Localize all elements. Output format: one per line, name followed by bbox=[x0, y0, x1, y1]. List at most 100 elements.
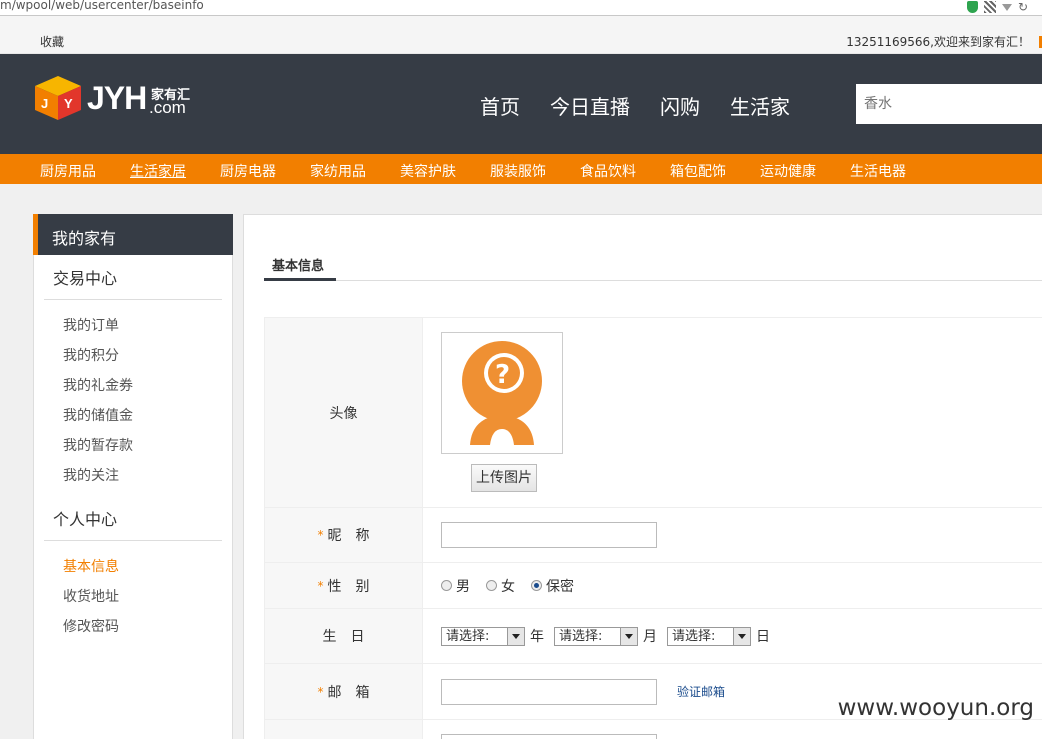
next-row-value bbox=[423, 720, 1042, 739]
sidebar-item-password[interactable]: 修改密码 bbox=[34, 617, 232, 647]
avatar-value: ? 上传图片 bbox=[423, 318, 1042, 507]
avatar-row: 头像 ? 上传图片 bbox=[265, 318, 1042, 508]
qr-code-icon[interactable] bbox=[983, 1, 996, 13]
birthday-label: 生 日 bbox=[265, 609, 423, 663]
upload-image-button[interactable]: 上传图片 bbox=[471, 464, 537, 492]
avatar-image: ? bbox=[441, 332, 563, 454]
required-mark: * bbox=[317, 578, 324, 593]
search-box bbox=[856, 84, 1042, 124]
gender-row: * 性 别 男 女 保密 bbox=[265, 563, 1042, 609]
favorites-link[interactable]: 收藏 bbox=[40, 33, 64, 50]
nickname-value bbox=[423, 508, 1042, 562]
svg-text:J: J bbox=[41, 96, 48, 111]
logo-domain: .com bbox=[149, 98, 186, 117]
category-list: 厨房用品 生活家居 厨房电器 家纺用品 美容护肤 服装服饰 食品饮料 箱包配饰 … bbox=[40, 161, 940, 181]
email-label-text: 邮 箱 bbox=[327, 684, 370, 701]
gender-female-radio[interactable]: 女 bbox=[486, 576, 515, 596]
birth-day-text: 请选择: bbox=[672, 628, 716, 644]
trade-items: 我的订单 我的积分 我的礼金券 我的储值金 我的暂存款 我的关注 bbox=[34, 300, 232, 496]
required-mark: * bbox=[317, 684, 324, 699]
gender-male-radio[interactable]: 男 bbox=[441, 576, 470, 596]
category-beauty[interactable]: 美容护肤 bbox=[400, 161, 490, 181]
svg-text:Y: Y bbox=[64, 96, 73, 111]
next-input[interactable] bbox=[441, 733, 657, 739]
logo-cube-icon: J Y bbox=[35, 76, 81, 120]
gender-male-label: 男 bbox=[456, 578, 470, 595]
category-appliance[interactable]: 生活电器 bbox=[850, 161, 940, 181]
chevron-down-icon bbox=[733, 627, 750, 645]
default-avatar-icon: ? bbox=[462, 341, 542, 445]
category-kitchen[interactable]: 厨房用品 bbox=[40, 161, 130, 181]
month-unit: 月 bbox=[643, 629, 657, 645]
sidebar-item-deposit[interactable]: 我的暂存款 bbox=[34, 436, 232, 466]
sidebar-item-follows[interactable]: 我的关注 bbox=[34, 466, 232, 496]
category-food[interactable]: 食品饮料 bbox=[580, 161, 670, 181]
sidebar-item-coupons[interactable]: 我的礼金券 bbox=[34, 376, 232, 406]
birthday-label-text: 生 日 bbox=[322, 629, 365, 645]
birth-month-text: 请选择: bbox=[559, 628, 603, 644]
browser-tools: ↻ bbox=[966, 0, 1028, 14]
profile-form: 头像 ? 上传图片 * 昵 称 * 性 别 男 女 保密 生 日 请选择: 年 … bbox=[264, 317, 1042, 739]
year-unit: 年 bbox=[530, 629, 544, 645]
url-text: m/wpool/web/usercenter/baseinfo bbox=[0, 0, 204, 12]
sidebar-item-basic-info[interactable]: 基本信息 bbox=[34, 557, 232, 587]
user-sidebar: 我的家有 交易中心 我的订单 我的积分 我的礼金券 我的储值金 我的暂存款 我的… bbox=[33, 214, 233, 739]
chevron-down-icon bbox=[507, 627, 524, 645]
category-kitchen-appliance[interactable]: 厨房电器 bbox=[220, 161, 310, 181]
gender-value: 男 女 保密 bbox=[423, 563, 1042, 608]
gender-secret-radio[interactable]: 保密 bbox=[531, 576, 574, 596]
radio-dot-selected bbox=[531, 580, 542, 591]
main-nav: 首页 今日直播 闪购 生活家 bbox=[480, 91, 790, 120]
category-bags[interactable]: 箱包配饰 bbox=[670, 161, 760, 181]
nav-life[interactable]: 生活家 bbox=[730, 91, 790, 120]
gender-female-label: 女 bbox=[501, 578, 515, 595]
nickname-row: * 昵 称 bbox=[265, 508, 1042, 563]
nickname-input[interactable] bbox=[441, 522, 657, 548]
verify-email-link[interactable]: 验证邮箱 bbox=[677, 683, 725, 700]
birth-day-select[interactable]: 请选择: bbox=[667, 626, 751, 646]
sidebar-item-points[interactable]: 我的积分 bbox=[34, 346, 232, 376]
gender-label-text: 性 别 bbox=[327, 578, 370, 595]
avatar-label: 头像 bbox=[265, 318, 423, 507]
category-textile[interactable]: 家纺用品 bbox=[310, 161, 400, 181]
nickname-label: * 昵 称 bbox=[265, 508, 423, 562]
welcome-message: 13251169566,欢迎来到家有汇！ bbox=[846, 35, 1030, 49]
refresh-icon[interactable]: ↻ bbox=[1018, 0, 1028, 14]
search-input[interactable] bbox=[856, 84, 1042, 124]
day-unit: 日 bbox=[756, 629, 770, 645]
email-input[interactable] bbox=[441, 678, 657, 705]
birth-month-group: 请选择: 月 bbox=[554, 626, 657, 646]
radio-dot bbox=[486, 580, 497, 591]
nav-flash-sale[interactable]: 闪购 bbox=[660, 91, 700, 120]
birth-year-select[interactable]: 请选择: bbox=[441, 626, 525, 646]
nav-live[interactable]: 今日直播 bbox=[550, 91, 630, 120]
chevron-down-icon bbox=[620, 627, 637, 645]
watermark: www.wooyun.org bbox=[837, 695, 1034, 721]
browser-url-bar[interactable]: m/wpool/web/usercenter/baseinfo ↻ bbox=[0, 0, 1042, 16]
avatar-label-text: 头像 bbox=[329, 405, 358, 422]
sidebar-item-address[interactable]: 收货地址 bbox=[34, 587, 232, 617]
birthday-row: 生 日 请选择: 年 请选择: 月 请选择: 日 bbox=[265, 609, 1042, 664]
gender-secret-label: 保密 bbox=[546, 578, 574, 595]
birth-year-text: 请选择: bbox=[446, 628, 490, 644]
required-mark: * bbox=[317, 528, 324, 542]
main-content: 基本信息 头像 ? 上传图片 * 昵 称 * 性 别 男 女 保密 生 日 请选… bbox=[243, 214, 1042, 739]
nav-home[interactable]: 首页 bbox=[480, 91, 520, 120]
dropdown-arrow-icon[interactable] bbox=[1001, 3, 1012, 11]
category-sports[interactable]: 运动健康 bbox=[760, 161, 850, 181]
birth-month-select[interactable]: 请选择: bbox=[554, 626, 638, 646]
birthday-value: 请选择: 年 请选择: 月 请选择: 日 bbox=[423, 609, 1042, 663]
category-home[interactable]: 生活家居 bbox=[130, 161, 220, 181]
sidebar-item-stored-value[interactable]: 我的储值金 bbox=[34, 406, 232, 436]
site-header: J Y JYH 家有汇 .com 首页 今日直播 闪购 生活家 bbox=[0, 54, 1042, 154]
sidebar-item-orders[interactable]: 我的订单 bbox=[34, 316, 232, 346]
radio-dot bbox=[441, 580, 452, 591]
site-logo[interactable]: J Y JYH 家有汇 .com bbox=[33, 74, 193, 124]
tab-basic-info[interactable]: 基本信息 bbox=[264, 253, 336, 281]
next-row-label bbox=[265, 720, 423, 739]
category-clothing[interactable]: 服装服饰 bbox=[490, 161, 580, 181]
personal-items: 基本信息 收货地址 修改密码 bbox=[34, 541, 232, 647]
sidebar-title[interactable]: 我的家有 bbox=[33, 214, 233, 255]
sidebar-trade-center: 交易中心 bbox=[44, 255, 222, 300]
security-shield-icon[interactable] bbox=[966, 1, 978, 13]
